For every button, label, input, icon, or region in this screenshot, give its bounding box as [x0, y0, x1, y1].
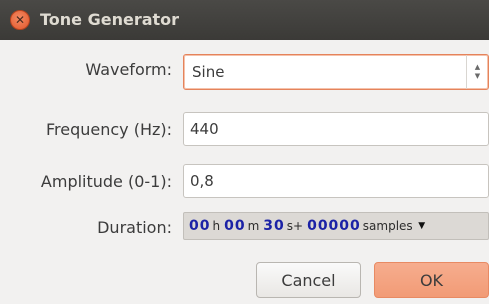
duration-hours-unit: h — [212, 219, 221, 233]
spin-arrows-icon[interactable]: ▲ ▼ — [466, 55, 488, 89]
waveform-value: Sine — [192, 63, 225, 81]
frequency-input[interactable]: 440 — [183, 112, 489, 146]
window-title: Tone Generator — [40, 10, 180, 29]
duration-seconds-unit: s+ — [286, 219, 304, 233]
duration-control[interactable]: 00 h 00 m 30 s+ 00000 samples ▼ — [183, 212, 489, 240]
duration-seconds[interactable]: 30 — [263, 218, 284, 234]
close-icon: ✕ — [14, 13, 26, 27]
cancel-button[interactable]: Cancel — [256, 262, 361, 298]
duration-samples-unit: samples — [362, 219, 413, 233]
waveform-label: Waveform: — [85, 60, 172, 79]
ok-button[interactable]: OK — [374, 262, 489, 298]
close-button[interactable]: ✕ — [10, 10, 30, 30]
waveform-select[interactable]: Sine ▲ ▼ — [183, 54, 489, 90]
duration-label: Duration: — [97, 218, 172, 237]
duration-minutes[interactable]: 00 — [224, 218, 245, 234]
amplitude-label: Amplitude (0-1): — [40, 172, 172, 191]
frequency-label: Frequency (Hz): — [45, 120, 172, 139]
duration-samples[interactable]: 00000 — [307, 218, 361, 234]
title-bar: ✕ Tone Generator — [0, 0, 489, 40]
duration-minutes-unit: m — [247, 219, 260, 233]
amplitude-input[interactable]: 0,8 — [183, 164, 489, 198]
dropdown-arrow-icon[interactable]: ▼ — [417, 213, 427, 239]
duration-hours[interactable]: 00 — [189, 218, 210, 234]
